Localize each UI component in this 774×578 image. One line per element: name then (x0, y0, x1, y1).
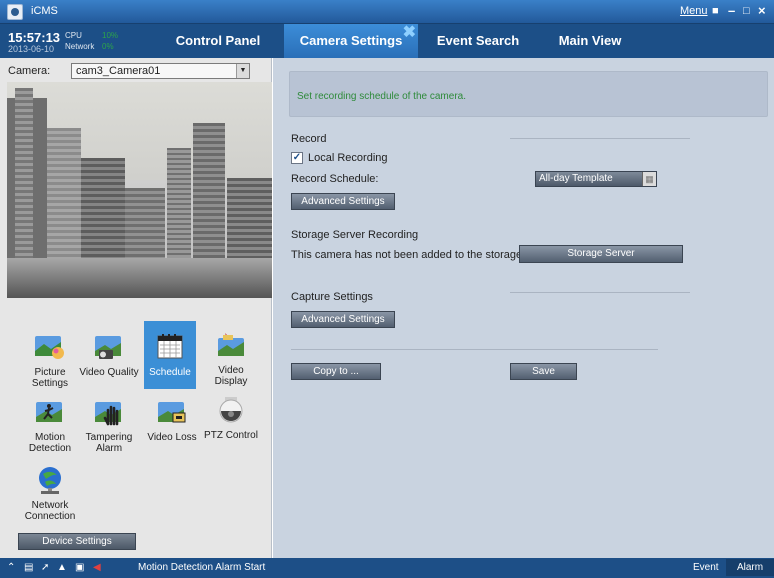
tab-control-panel[interactable]: Control Panel (154, 24, 282, 58)
user-icon[interactable]: ▲ (57, 561, 67, 574)
function-video-display[interactable]: Video Display (201, 331, 261, 387)
clock-time: 15:57:13 (8, 30, 61, 45)
tampering-alarm-icon (95, 402, 121, 426)
title-bar: iCMS Menu ■ – □ × (0, 0, 774, 24)
function-label: Motion Detection (28, 432, 72, 454)
function-label: Picture Settings (31, 367, 69, 389)
lock-icon[interactable]: ■ (712, 2, 719, 20)
ptz-control-icon (219, 397, 243, 423)
picture-settings-icon (35, 336, 64, 359)
image-icon[interactable]: ▣ (75, 561, 84, 574)
network-value: 0% (102, 42, 114, 51)
save-button[interactable]: Save (510, 363, 577, 380)
footer-divider (291, 349, 658, 350)
clock-date: 2013-06-10 (8, 44, 55, 54)
video-quality-icon (95, 336, 121, 359)
monitor-icon[interactable]: ▤ (24, 561, 33, 574)
function-label: Video Display (214, 365, 248, 387)
tab-camera-settings[interactable]: Camera Settings ✖ (284, 24, 418, 58)
capture-advanced-settings-button[interactable]: Advanced Settings (291, 311, 395, 328)
chevron-down-icon[interactable]: ▼ (236, 64, 249, 78)
function-tampering-alarm[interactable]: Tampering Alarm (79, 398, 139, 454)
collapse-up-icon[interactable]: ⌃ (7, 561, 15, 574)
record-schedule-label: Record Schedule: (291, 173, 379, 185)
motion-detection-icon (36, 402, 62, 422)
status-message: Motion Detection Alarm Start (138, 562, 266, 573)
tab-camera-settings-label: Camera Settings (299, 33, 403, 48)
info-text: Set recording schedule of the camera. (297, 91, 466, 102)
template-select[interactable]: All-day Template ▦ (535, 171, 657, 187)
video-display-icon (218, 333, 244, 356)
function-label: Video Loss (147, 432, 197, 443)
app-logo-icon (7, 4, 23, 20)
pin-icon[interactable]: ➚ (41, 561, 49, 574)
menu-link[interactable]: Menu (680, 5, 708, 17)
function-motion-detection[interactable]: Motion Detection (20, 398, 80, 454)
function-video-loss[interactable]: Video Loss (142, 398, 202, 443)
function-label: Tampering Alarm (85, 432, 133, 454)
local-recording-checkbox[interactable]: ✓ (291, 152, 303, 164)
tab-close-icon[interactable]: ✖ (403, 25, 416, 41)
event-tab[interactable]: Event (693, 562, 719, 573)
left-panel: Camera: cam3_Camera01 ▼ Picture Settings (0, 58, 272, 558)
tab-main-view[interactable]: Main View (540, 24, 640, 58)
alarm-tab[interactable]: Alarm (726, 559, 774, 576)
camera-select-value: cam3_Camera01 (76, 65, 161, 77)
status-bar: ⌃ ▤ ➚ ▲ ▣ ◀ Motion Detection Alarm Start… (0, 558, 774, 578)
nav-bar: 15:57:13 2013-06-10 CPU Network 10% 0% C… (0, 24, 774, 58)
network-label: Network (65, 42, 95, 51)
restore-icon[interactable]: □ (743, 2, 750, 20)
camera-select[interactable]: cam3_Camera01 ▼ (71, 63, 250, 79)
storage-section-title: Storage Server Recording (291, 229, 419, 241)
template-select-value: All-day Template (539, 173, 613, 184)
capture-divider (510, 292, 690, 293)
capture-section-title: Capture Settings (291, 291, 373, 303)
function-label: Network Connection (24, 500, 76, 522)
schedule-icon (157, 334, 183, 359)
function-schedule[interactable]: Schedule (144, 321, 196, 389)
record-section-title: Record (291, 133, 327, 145)
cpu-label: CPU (65, 31, 82, 40)
copy-to-button[interactable]: Copy to ... (291, 363, 381, 380)
right-panel: Set recording schedule of the camera. Re… (273, 58, 774, 558)
local-recording-label: Local Recording (308, 152, 388, 164)
video-loss-icon (158, 402, 186, 423)
network-connection-icon (39, 467, 61, 494)
template-edit-icon[interactable]: ▦ (642, 172, 656, 186)
camera-preview (7, 82, 272, 298)
function-video-quality[interactable]: Video Quality (79, 333, 139, 378)
app-title: iCMS (31, 5, 58, 17)
function-network-connection[interactable]: Network Connection (20, 466, 80, 522)
device-settings-button[interactable]: Device Settings (18, 533, 136, 550)
storage-server-button[interactable]: Storage Server (519, 245, 683, 263)
minimize-icon[interactable]: – (728, 2, 735, 20)
speaker-icon[interactable]: ◀ (93, 561, 101, 574)
function-ptz-control[interactable]: PTZ Control (201, 396, 261, 441)
record-advanced-settings-button[interactable]: Advanced Settings (291, 193, 395, 210)
record-divider (510, 138, 690, 139)
function-label: PTZ Control (204, 430, 258, 441)
function-label: Schedule (149, 367, 191, 378)
function-picture-settings[interactable]: Picture Settings (20, 333, 80, 389)
camera-label: Camera: (8, 65, 51, 77)
cpu-value: 10% (102, 31, 119, 40)
close-icon[interactable]: × (758, 2, 766, 20)
tab-event-search[interactable]: Event Search (428, 24, 528, 58)
info-box: Set recording schedule of the camera. (289, 71, 768, 117)
function-label: Video Quality (79, 367, 139, 378)
